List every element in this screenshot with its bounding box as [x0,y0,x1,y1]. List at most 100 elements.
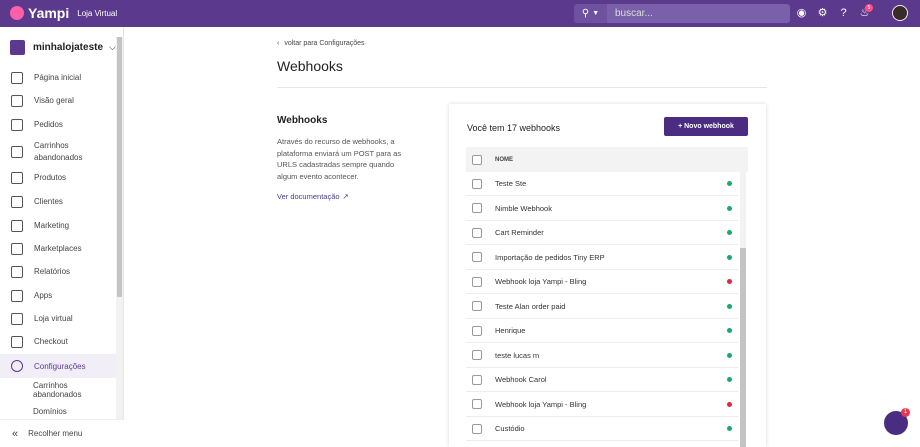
divider [277,87,767,88]
webhook-name: Teste Ste [495,179,527,188]
sidebar-item-label: Pedidos [34,120,63,129]
column-header-name: NOME [495,156,513,163]
select-all-checkbox[interactable] [472,154,482,165]
webhook-name: Custódio [495,424,525,433]
avatar[interactable] [892,5,908,21]
back-link[interactable]: ‹ voltar para Configurações [277,40,365,47]
row-checkbox[interactable] [472,399,482,409]
status-dot [727,303,732,309]
sidebar-item-label: Relatórios [34,267,71,276]
status-dot [727,328,732,333]
home-icon [11,71,23,84]
sidebar-item-label: Visão geral [34,96,74,105]
sidebar-subitem-domains[interactable]: Domínios [33,407,67,416]
row-checkbox[interactable] [472,276,482,287]
sidebar-item-orders[interactable]: Pedidos [0,118,116,131]
table-row[interactable]: Nimble Webhook [466,197,738,221]
sidebar-item-label: Apps [34,291,53,300]
apps-icon [11,289,23,302]
chat-button[interactable]: 1 [884,408,910,435]
webhook-name: teste lucas m [495,350,540,360]
table-row[interactable]: Webhook loja Yampi - Bling [466,270,738,294]
sidebar-item-marketplaces[interactable]: Marketplaces [0,242,116,255]
gear-icon [11,360,23,372]
row-checkbox[interactable] [472,203,482,213]
table-row[interactable]: Teste Alan order paid [466,295,738,319]
sidebar-item-label: Marketing [34,221,70,230]
sidebar-item-marketing[interactable]: Marketing [0,219,116,232]
gear-icon[interactable]: ⚙ [816,7,829,20]
status-dot [727,377,732,382]
search-input[interactable] [607,4,790,23]
row-checkbox[interactable] [472,178,482,189]
scrollbar-thumb[interactable] [117,37,122,297]
yampi-logo-icon [10,6,24,20]
sidebar-item-products[interactable]: Produtos [0,171,116,184]
user-icon [11,195,23,208]
table-row[interactable]: Custódio [466,417,738,441]
webhook-count: Você tem 17 webhooks [467,123,561,133]
sidebar-item-overview[interactable]: Visão geral [0,94,116,107]
chevron-left-icon: ‹ [277,40,280,47]
row-checkbox[interactable] [472,374,482,385]
webhook-name: Nimble Webhook [495,203,552,213]
scrollbar-thumb[interactable] [740,248,746,447]
sidebar-item-checkout[interactable]: Checkout [0,335,116,348]
table-row[interactable]: teste lucas m [466,344,738,368]
table-row[interactable]: Cart Reminder [466,221,738,245]
search-icon: ⚲ [581,8,590,19]
table-row[interactable]: Henrique [466,319,738,343]
status-dot [727,230,732,235]
notification-badge: 5 [865,4,873,12]
table-header: NOME [466,147,748,172]
webhook-name: Importação de pedidos Tiny ERP [495,252,605,262]
row-checkbox[interactable] [472,325,482,336]
status-dot [727,181,732,186]
sidebar-item-label: Configurações [34,361,86,371]
webhook-name: Henrique [495,326,526,335]
table-row[interactable]: Teste Ste [466,172,738,196]
eye-icon[interactable]: ◉ [795,7,808,20]
row-checkbox[interactable] [472,423,482,434]
status-dot [727,426,732,431]
help-icon[interactable]: ? [837,7,850,20]
row-checkbox[interactable] [472,350,482,360]
table-row[interactable]: Webhook Carol [466,368,738,392]
search-bar: ⚲ ▼ [574,4,790,23]
chevron-down-icon: ⌵ [109,42,116,52]
webhook-name: Webhook loja Yampi - Bling [495,399,587,409]
sidebar-item-customers[interactable]: Clientes [0,195,116,208]
new-webhook-button[interactable]: + Novo webhook [664,117,748,136]
sidebar: minhalojateste ⌵ Página inicial Visão ge… [0,27,124,447]
table-row[interactable]: Webhook loja Yampi - Bling [466,393,738,417]
row-checkbox[interactable] [472,227,482,238]
sidebar-item-reports[interactable]: Relatórios [0,265,116,278]
checkout-icon [11,335,23,348]
store-selector[interactable]: minhalojateste ⌵ [10,40,116,55]
sidebar-subitem-abandoned-carts[interactable]: Carrinhos abandonados [33,381,93,399]
webhooks-card: Você tem 17 webhooks + Novo webhook NOME… [449,104,766,447]
row-checkbox[interactable] [472,252,482,262]
collapse-menu-button[interactable]: « Recolher menu [0,419,124,447]
search-scope-select[interactable]: ⚲ ▼ [574,4,607,23]
page-title: Webhooks [277,58,343,74]
sidebar-item-settings[interactable]: Configurações [0,354,116,378]
sidebar-item-abandoned-carts[interactable]: Carrinhos abandonados [0,139,116,165]
yampi-logo[interactable]: Yampi Loja Virtual [10,5,117,21]
double-chevron-left-icon: « [12,427,19,440]
sidebar-scrollbar[interactable] [116,37,123,422]
megaphone-icon [11,219,23,232]
shirt-icon [11,171,23,184]
sidebar-item-home[interactable]: Página inicial [0,71,116,84]
sidebar-item-online-store[interactable]: Loja virtual [0,312,116,325]
brand-name: Yampi [28,5,70,21]
storefront-icon [11,312,23,325]
back-link-label: voltar para Configurações [284,40,365,47]
sidebar-item-label: Checkout [34,337,68,346]
row-checkbox[interactable] [472,301,482,311]
documentation-link[interactable]: Ver documentação ↗ [277,192,349,201]
sidebar-item-apps[interactable]: Apps [0,289,116,302]
table-row[interactable]: Importação de pedidos Tiny ERP [466,246,738,270]
sidebar-item-label: Marketplaces [34,244,82,253]
table-scrollbar[interactable] [740,172,746,447]
